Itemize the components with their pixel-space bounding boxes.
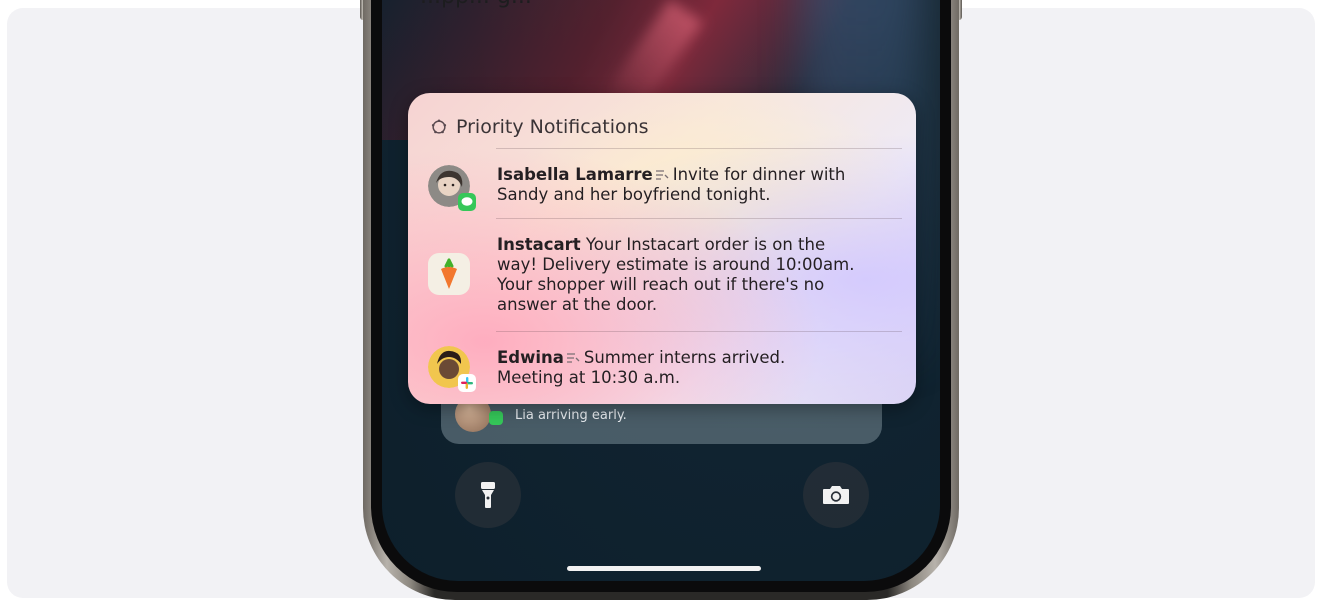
- message-line-2: way! Delivery estimate is around 10:00am…: [497, 255, 855, 274]
- camera-button[interactable]: [803, 462, 869, 528]
- notification-text-edwina: Edwina Summer interns arrived. Meeting at…: [497, 348, 907, 388]
- cropped-caption: ...pp... g...: [0, 0, 1318, 8]
- stacked-notification-text: Lia arriving early.: [515, 408, 627, 423]
- priority-header-title: Priority Notifications: [456, 116, 649, 138]
- message-line-1: Summer interns arrived.: [583, 348, 786, 367]
- message-line-1: Your Instacart order is on the: [585, 235, 826, 254]
- flashlight-icon: [481, 482, 495, 508]
- slack-badge-icon: [458, 374, 476, 392]
- message-line-4: answer at the door.: [497, 295, 658, 314]
- message-line-2: Meeting at 10:30 a.m.: [497, 368, 681, 387]
- notification-edwina[interactable]: Edwina Summer interns arrived. Meeting at…: [408, 336, 916, 402]
- priority-sparkle-icon: [431, 119, 447, 134]
- summary-icon: [566, 353, 580, 363]
- row-divider: [496, 331, 902, 332]
- sender-name: Isabella Lamarre: [497, 165, 653, 184]
- avatar-edwina: [428, 346, 476, 392]
- messages-badge-icon: [489, 411, 503, 425]
- instacart-app-icon: [428, 253, 470, 295]
- sender-name: Edwina: [497, 348, 564, 367]
- priority-notifications-card[interactable]: Priority Notifications Isabella Lamarre I…: [408, 93, 916, 404]
- camera-icon: [823, 486, 849, 504]
- summary-icon: [655, 170, 669, 180]
- messages-badge-icon: [458, 193, 476, 211]
- notification-text-instacart: Instacart Your Instacart order is on the…: [497, 235, 907, 315]
- home-indicator[interactable]: [567, 566, 761, 571]
- sender-name: Instacart: [497, 235, 581, 254]
- notification-isabella[interactable]: Isabella Lamarre Invite for dinner with S…: [408, 153, 916, 219]
- notification-text-isabella: Isabella Lamarre Invite for dinner with S…: [497, 165, 907, 205]
- avatar-isabella: [428, 165, 476, 211]
- message-line-2: Sandy and her boyfriend tonight.: [497, 185, 771, 204]
- row-divider: [496, 218, 902, 219]
- priority-header: Priority Notifications: [430, 115, 649, 139]
- header-divider: [496, 148, 902, 149]
- message-line-1: Invite for dinner with: [672, 165, 846, 184]
- carrot-icon: [441, 258, 457, 289]
- caption-text: ...pp... g...: [420, 0, 532, 8]
- message-line-3: Your shopper will reach out if there's n…: [497, 275, 825, 294]
- notification-instacart[interactable]: Instacart Your Instacart order is on the…: [408, 223, 916, 331]
- flashlight-button[interactable]: [455, 462, 521, 528]
